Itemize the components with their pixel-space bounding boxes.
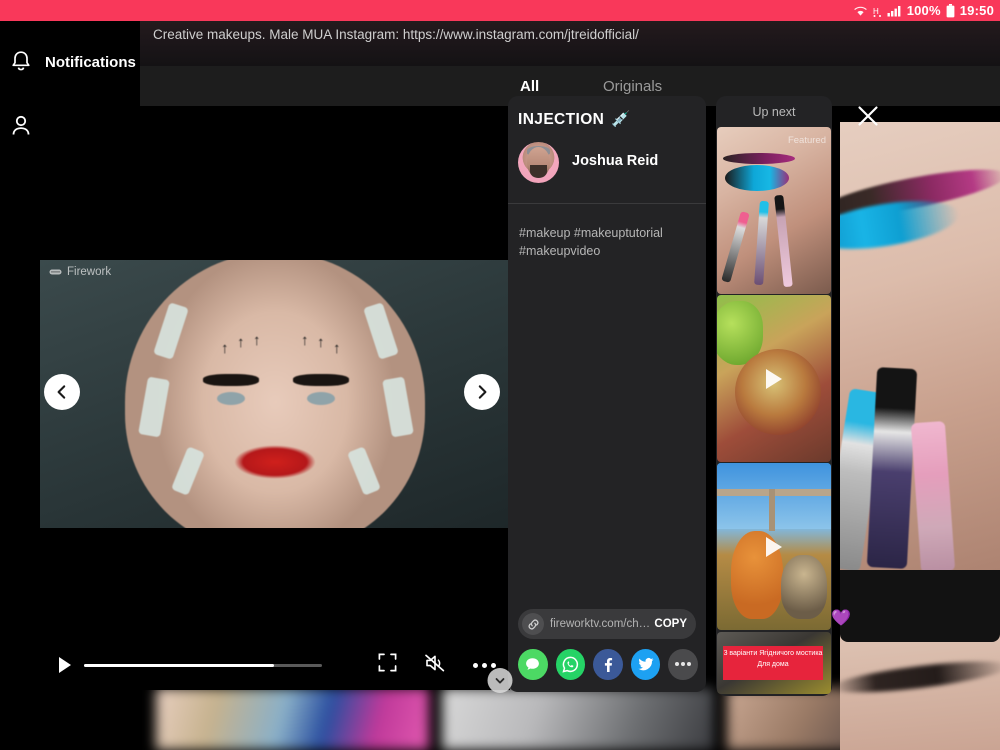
thumbnail-art — [774, 194, 793, 288]
author-name[interactable]: Joshua Reid — [572, 153, 658, 169]
thumbnail-label: 3 варіанти Ягідничого мостика Для дома — [723, 646, 823, 680]
grid-thumbnail[interactable] — [441, 688, 715, 750]
player-controls-bar — [40, 640, 510, 690]
preview-art — [829, 655, 1000, 699]
video-player[interactable]: ↑ ↑ ↑ ↑ ↑ ↑ — [40, 260, 510, 528]
close-icon — [858, 106, 878, 126]
close-overlay-button[interactable] — [856, 104, 880, 128]
cellular-signal-icon — [887, 5, 901, 16]
tab-all[interactable]: All — [514, 78, 545, 95]
next-video-button[interactable] — [464, 374, 500, 410]
battery-percent-label: 100% — [906, 3, 941, 18]
battery-icon — [946, 3, 955, 17]
video-title-text: INJECTION — [518, 110, 605, 128]
thumbnail-art — [735, 349, 821, 435]
thumbnail-art — [721, 211, 750, 283]
up-next-item[interactable] — [717, 463, 831, 630]
more-share-icon — [675, 662, 680, 666]
mute-button[interactable] — [424, 653, 446, 678]
firework-watermark-label: Firework — [67, 266, 112, 278]
link-icon-chip — [522, 613, 544, 635]
bell-icon — [12, 51, 30, 71]
up-next-item[interactable] — [717, 295, 831, 462]
firework-watermark: Firework — [49, 266, 111, 278]
sms-share-icon — [526, 657, 540, 670]
play-button[interactable] — [52, 656, 78, 674]
video-info-body — [508, 204, 706, 640]
right-panel-gap — [840, 566, 1000, 642]
signal-h-icon: H — [873, 7, 881, 17]
card-divider — [508, 203, 706, 204]
sidebar-item-label: Notifications — [45, 53, 136, 71]
thumbnail-art — [769, 489, 775, 531]
thumbnail-art — [781, 555, 827, 619]
featured-badge: Featured — [787, 135, 826, 146]
play-overlay-icon — [766, 368, 782, 389]
share-link-url: fireworktv.com/ch… — [550, 618, 651, 630]
avatar-beard — [530, 165, 547, 178]
video-hashtags[interactable]: #makeup #makeuptutorial #makeupvideo — [519, 224, 699, 260]
up-next-title: Up next — [752, 105, 796, 119]
firework-logo-icon — [49, 269, 62, 275]
svg-text:H: H — [873, 7, 879, 16]
sidebar-item-profile[interactable] — [0, 106, 140, 146]
thumbnail-art — [754, 200, 769, 286]
share-targets — [518, 648, 698, 680]
thumbnail-art — [723, 153, 795, 164]
android-status-bar: H 100% 19:50 — [0, 0, 1000, 21]
app-root: H 100% 19:50 Notifications Creative make… — [0, 0, 1000, 750]
facebook-share-button[interactable] — [593, 648, 623, 680]
sms-share-button[interactable] — [518, 648, 548, 680]
more-share-button[interactable] — [668, 648, 698, 680]
tab-originals[interactable]: Originals — [597, 78, 668, 95]
preview-art — [910, 420, 956, 570]
clock-label: 19:50 — [959, 3, 994, 18]
fullscreen-button[interactable] — [378, 653, 397, 677]
play-icon — [59, 657, 71, 673]
whatsapp-share-button[interactable] — [555, 648, 586, 680]
video-frame-content: ↑ ↑ ↑ ↑ ↑ ↑ — [125, 260, 425, 528]
copy-link-button[interactable]: COPY — [654, 618, 687, 630]
progress-bar[interactable] — [84, 663, 322, 667]
up-next-scroll-button[interactable] — [487, 668, 513, 693]
volume-muted-icon — [425, 654, 445, 671]
channel-description: Creative makeups. Male MUA Instagram: ht… — [153, 27, 639, 42]
person-icon — [12, 115, 30, 135]
video-title: INJECTION 💉 — [518, 110, 631, 129]
more-options-button[interactable] — [473, 662, 496, 668]
twitter-share-icon — [637, 658, 653, 671]
link-icon — [528, 619, 538, 629]
progress-fill — [84, 663, 275, 667]
sidebar-item-notifications[interactable]: Notifications — [0, 42, 140, 82]
chevron-right-icon — [478, 385, 487, 399]
share-link-row[interactable]: fireworktv.com/ch… COPY — [518, 609, 696, 639]
play-overlay-icon — [766, 536, 782, 557]
avatar[interactable] — [518, 142, 559, 183]
chevron-down-icon — [495, 678, 505, 684]
syringe-icon: 💉 — [611, 111, 631, 128]
whatsapp-share-icon — [562, 656, 578, 673]
chevron-left-icon — [57, 385, 66, 399]
twitter-share-button[interactable] — [630, 648, 661, 680]
grid-thumbnail[interactable] — [156, 688, 429, 750]
thumbnail-art — [725, 165, 789, 191]
fullscreen-icon — [378, 653, 397, 672]
facebook-share-icon — [605, 657, 613, 672]
more-options-icon — [473, 662, 478, 668]
reaction-heart-icon[interactable]: 💜 — [831, 608, 851, 628]
wifi-icon — [853, 6, 867, 16]
right-video-preview[interactable] — [840, 122, 1000, 570]
up-next-item[interactable]: Featured — [717, 127, 831, 294]
previous-video-button[interactable] — [44, 374, 80, 410]
up-next-item[interactable]: 3 варіанти Ягідничого мостика Для дома — [717, 632, 831, 694]
